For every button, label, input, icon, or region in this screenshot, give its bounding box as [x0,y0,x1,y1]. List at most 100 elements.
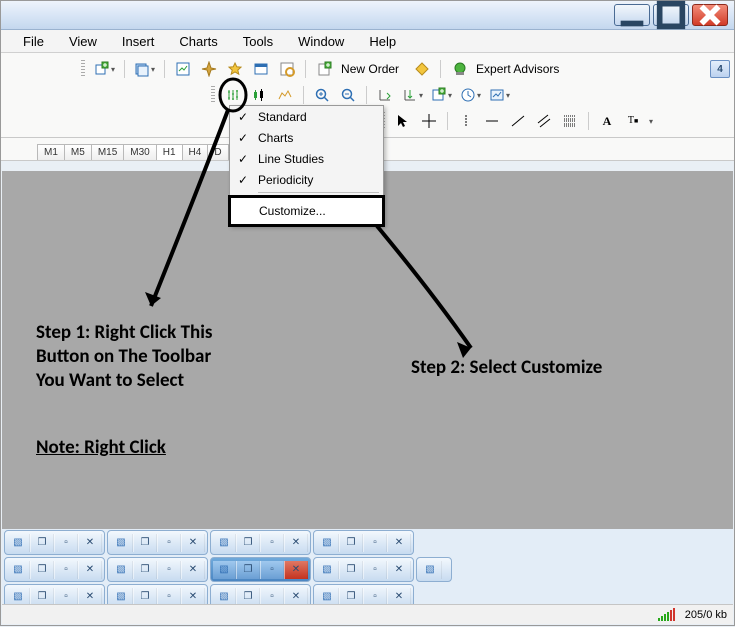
close-icon[interactable]: ✕ [387,588,411,606]
context-item-periodicity[interactable]: ✓Periodicity [230,169,383,190]
indicators-button[interactable]: ▾ [428,84,455,106]
period-tab-m5[interactable]: M5 [64,144,92,160]
restore-icon[interactable]: ❐ [133,561,157,579]
close-icon[interactable]: ✕ [181,561,205,579]
restore-icon[interactable]: ❐ [30,561,54,579]
close-icon[interactable]: ✕ [284,588,308,606]
maximize-icon[interactable]: ▫ [260,588,284,606]
chart-tab[interactable]: ▧ [416,557,452,582]
crosshair-button[interactable] [417,110,441,132]
period-tab-d[interactable]: D [207,144,228,160]
toolbar-grip-icon[interactable] [81,60,85,78]
context-item-charts[interactable]: ✓Charts [230,127,383,148]
maximize-icon[interactable]: ▫ [260,561,284,579]
menu-window[interactable]: Window [290,32,352,51]
restore-icon[interactable]: ❐ [30,588,54,606]
toolbar-grip-icon[interactable] [211,86,215,104]
new-order-button[interactable]: New Order [312,58,408,80]
chart-tab[interactable]: ▧❐▫✕ [313,584,414,605]
chart-tab[interactable]: ▧❐▫✕ [4,530,105,555]
period-tab-m15[interactable]: M15 [91,144,124,160]
menu-help[interactable]: Help [361,32,404,51]
navigator-button[interactable] [197,58,221,80]
chart-tab[interactable]: ▧❐▫✕ [210,530,311,555]
close-icon[interactable]: ✕ [78,561,102,579]
menu-file[interactable]: File [15,32,52,51]
maximize-icon[interactable]: ▫ [54,561,78,579]
channel-button[interactable] [532,110,556,132]
window-minimize-button[interactable] [614,4,650,26]
chart-tab[interactable]: ▧❐▫✕ [313,530,414,555]
maximize-icon[interactable]: ▫ [157,561,181,579]
maximize-icon[interactable]: ▫ [54,534,78,552]
restore-icon[interactable]: ❐ [236,588,260,606]
periods-button[interactable]: ▾ [457,84,484,106]
restore-icon[interactable]: ❐ [236,534,260,552]
window-maximize-button[interactable] [653,4,689,26]
chart-tab[interactable]: ▧❐▫✕ [107,530,208,555]
vertical-line-button[interactable] [454,110,478,132]
text-button[interactable]: A [595,110,619,132]
zoom-out-button[interactable] [336,84,360,106]
horizontal-line-button[interactable] [480,110,504,132]
cursor-button[interactable] [391,110,415,132]
terminal-button[interactable] [249,58,273,80]
fibonacci-button[interactable] [558,110,582,132]
market-watch-button[interactable] [171,58,195,80]
restore-icon[interactable]: ❐ [133,588,157,606]
restore-icon[interactable]: ❐ [339,561,363,579]
restore-icon[interactable]: ❐ [133,534,157,552]
chart-tab[interactable]: ▧❐▫✕ [107,584,208,605]
maximize-icon[interactable]: ▫ [157,534,181,552]
close-icon[interactable]: ✕ [387,561,411,579]
expert-advisors-button[interactable]: Expert Advisors [447,58,568,80]
chart-tab[interactable]: ▧❐▫✕ [4,584,105,605]
menu-tools[interactable]: Tools [235,32,281,51]
period-tab-h4[interactable]: H4 [182,144,209,160]
line-chart-button[interactable] [273,84,297,106]
maximize-icon[interactable]: ▫ [363,561,387,579]
chart-tab[interactable]: ▧❐▫✕ [107,557,208,582]
maximize-icon[interactable]: ▫ [157,588,181,606]
context-item-line-studies[interactable]: ✓Line Studies [230,148,383,169]
data-window-button[interactable] [223,58,247,80]
templates-button[interactable]: ▾ [486,84,513,106]
zoom-in-button[interactable] [310,84,334,106]
candle-chart-button[interactable] [247,84,271,106]
close-icon[interactable]: ✕ [181,534,205,552]
maximize-icon[interactable]: ▫ [260,534,284,552]
menu-view[interactable]: View [61,32,105,51]
maximize-icon[interactable]: ▫ [54,588,78,606]
window-close-button[interactable] [692,4,728,26]
close-icon[interactable]: ✕ [284,561,308,579]
restore-icon[interactable]: ❐ [339,534,363,552]
chart-tab[interactable]: ▧❐▫✕ [210,584,311,605]
strategy-tester-button[interactable] [275,58,299,80]
chart-tab[interactable]: ▧❐▫✕ [313,557,414,582]
context-item-customize[interactable]: Customize... [228,195,385,227]
menu-charts[interactable]: Charts [171,32,225,51]
close-icon[interactable]: ✕ [387,534,411,552]
chart-tab-active[interactable]: ▧❐▫✕ [210,557,311,582]
menu-insert[interactable]: Insert [114,32,163,51]
restore-icon[interactable]: ❐ [236,561,260,579]
period-tab-m1[interactable]: M1 [37,144,65,160]
close-icon[interactable]: ✕ [181,588,205,606]
profiles-button[interactable]: ▾ [131,58,158,80]
close-icon[interactable]: ✕ [78,588,102,606]
period-tab-m30[interactable]: M30 [123,144,156,160]
maximize-icon[interactable]: ▫ [363,534,387,552]
chart-shift-button[interactable]: ▾ [399,84,426,106]
close-icon[interactable]: ✕ [78,534,102,552]
autoscroll-button[interactable] [373,84,397,106]
context-item-standard[interactable]: ✓Standard [230,106,383,127]
restore-icon[interactable]: ❐ [30,534,54,552]
restore-icon[interactable]: ❐ [339,588,363,606]
trendline-button[interactable] [506,110,530,132]
close-icon[interactable]: ✕ [284,534,308,552]
period-tab-h1[interactable]: H1 [156,144,183,160]
new-chart-button[interactable]: ▾ [91,58,118,80]
chart-tab[interactable]: ▧❐▫✕ [4,557,105,582]
alerts-badge[interactable]: 4 [710,60,730,78]
text-label-button[interactable]: T■ [621,110,645,132]
